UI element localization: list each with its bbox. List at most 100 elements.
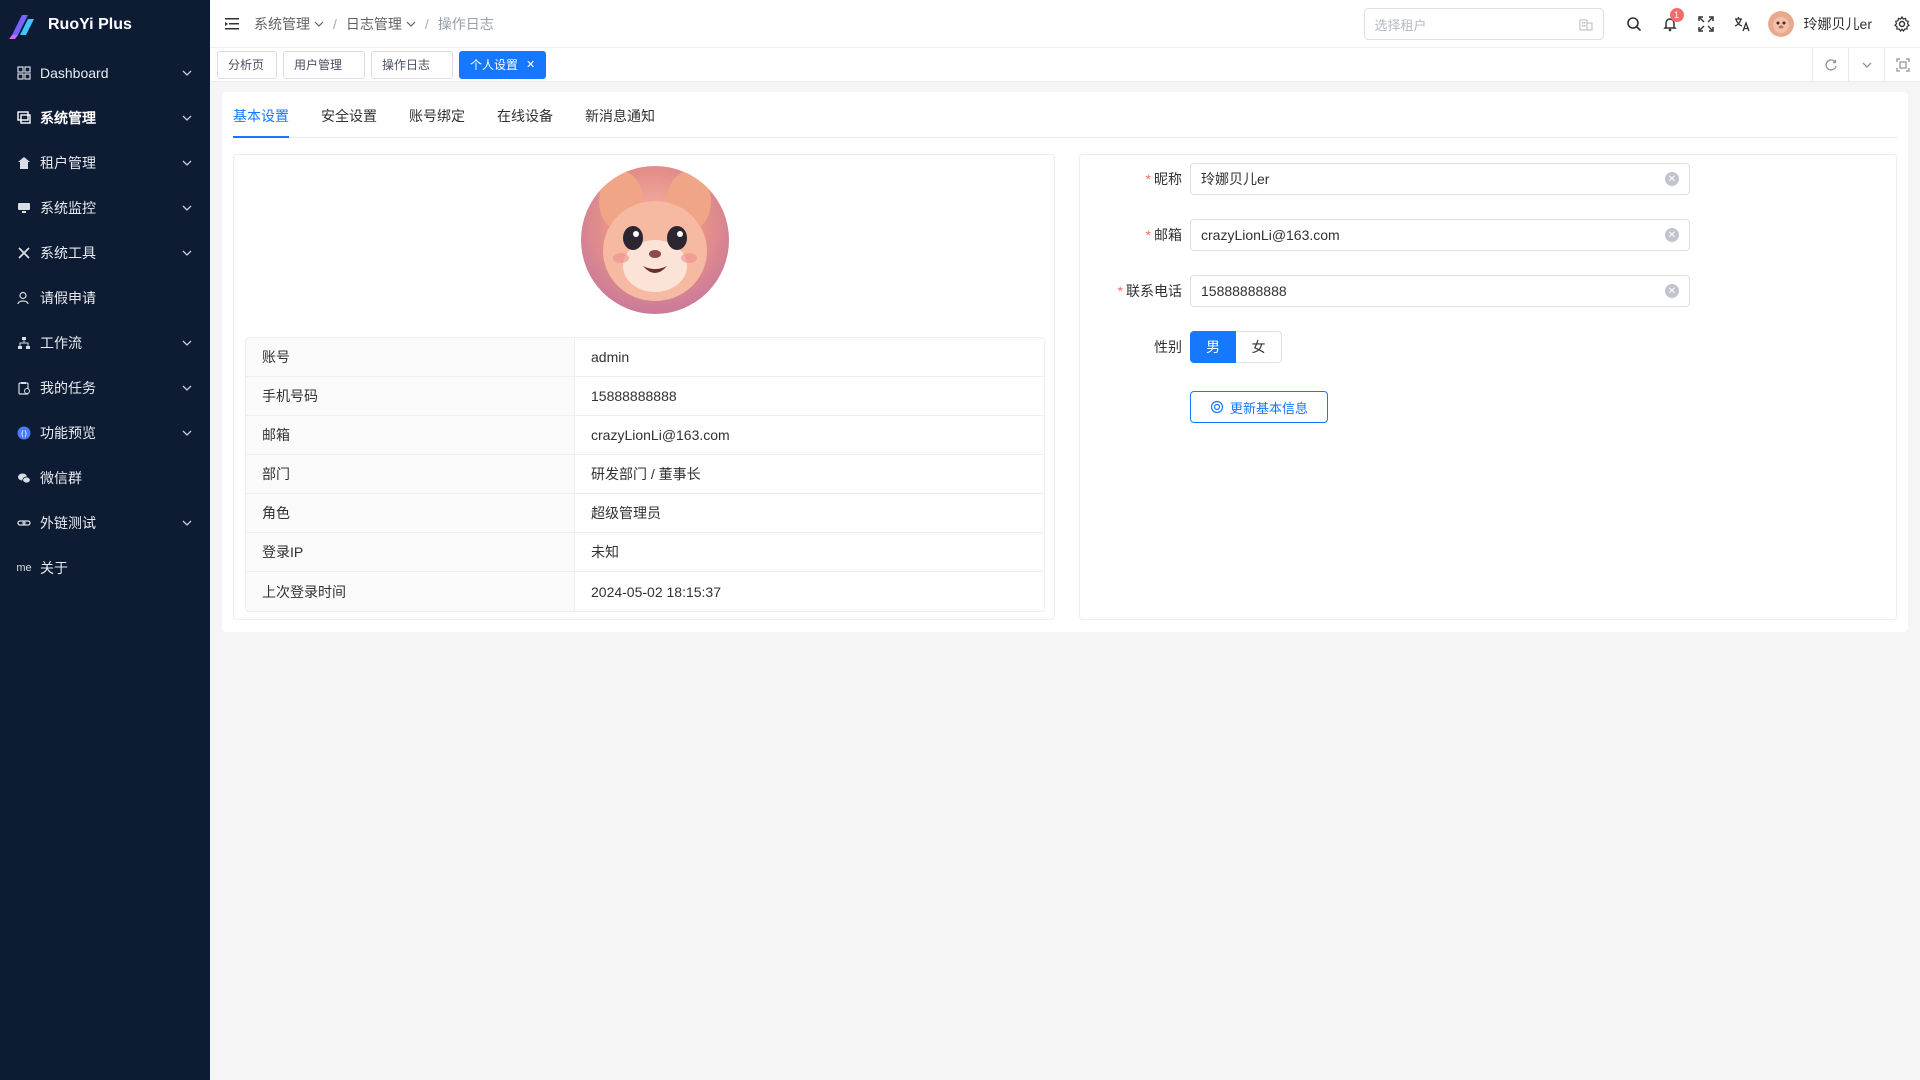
fullscreen-button[interactable] (1688, 0, 1724, 48)
sidebar-item-label: 工作流 (40, 334, 82, 351)
sidebar-item-task[interactable]: 我的任务 (0, 365, 210, 410)
nickname-input[interactable]: 玲娜贝儿er ✕ (1190, 163, 1690, 195)
sidebar-item-label: 我的任务 (40, 379, 96, 396)
refresh-icon (1824, 59, 1837, 71)
clear-icon[interactable]: ✕ (1665, 284, 1679, 298)
sidebar-item-label: 系统工具 (40, 244, 96, 261)
dashboard-icon (16, 65, 32, 81)
notification-button[interactable]: 1 (1652, 0, 1688, 48)
user-menu[interactable]: 玲娜贝儿er (1767, 11, 1872, 37)
sidebar-item-label: 微信群 (40, 469, 82, 486)
building-icon (1579, 19, 1593, 31)
chevron-down-icon (314, 21, 324, 27)
chevron-down-icon (182, 430, 192, 436)
chevron-down-icon (1862, 62, 1871, 68)
search-button[interactable] (1616, 0, 1652, 48)
sidebar-item-preview[interactable]: () 功能预览 (0, 410, 210, 455)
maximize-button[interactable] (1884, 48, 1920, 82)
update-info-button[interactable]: 更新基本信息 (1190, 391, 1328, 423)
notification-badge: 1 (1669, 8, 1684, 22)
info-label: 部门 (246, 455, 575, 493)
home-icon (16, 155, 32, 171)
info-label: 邮箱 (246, 416, 575, 454)
sidebar-item-link[interactable]: 外链测试 (0, 500, 210, 545)
sidebar-item-label: Dashboard (40, 64, 109, 81)
tab-security-settings[interactable]: 安全设置 (321, 106, 377, 137)
breadcrumb-item-current: 操作日志 (437, 15, 494, 32)
info-label: 上次登录时间 (246, 572, 575, 611)
profile-avatar-image (581, 166, 729, 314)
tags-dropdown-button[interactable] (1848, 48, 1884, 82)
profile-avatar[interactable] (581, 166, 729, 314)
phone-label: * 联系电话 (1117, 283, 1182, 299)
sidebar-item-tools[interactable]: 系统工具 (0, 230, 210, 275)
tools-icon (16, 245, 32, 261)
sidebar-item-workflow[interactable]: 工作流 (0, 320, 210, 365)
phone-input[interactable]: 15888888888 ✕ (1190, 275, 1690, 307)
gender-option-female[interactable]: 女 (1236, 331, 1282, 363)
sidebar-item-label: 关于 (40, 559, 68, 576)
tab-message-notification[interactable]: 新消息通知 (585, 106, 655, 137)
translate-icon (1734, 17, 1750, 32)
task-icon (16, 380, 32, 396)
info-value: admin (591, 349, 630, 365)
info-value: 超级管理员 (591, 505, 661, 521)
settings-button[interactable] (1884, 0, 1920, 48)
sidebar-item-user[interactable]: 请假申请 (0, 275, 210, 320)
tab-online-devices[interactable]: 在线设备 (497, 106, 553, 137)
ruoyi-logo-icon (9, 15, 34, 39)
hamburger-button[interactable] (210, 0, 254, 48)
tenant-select-placeholder: 选择租户 (1374, 17, 1427, 33)
clear-icon[interactable]: ✕ (1665, 228, 1679, 242)
language-button[interactable] (1724, 0, 1760, 48)
tag-operation-log[interactable]: 操作日志 (371, 50, 453, 79)
breadcrumb-separator: / (333, 15, 337, 32)
brand[interactable]: RuoYi Plus (0, 0, 210, 50)
chevron-down-icon (182, 160, 192, 166)
info-value: 研发部门 / 董事长 (591, 466, 701, 482)
gear-icon (1894, 16, 1910, 32)
sidebar-item-system[interactable]: 系统管理 (0, 95, 210, 140)
breadcrumb: 系统管理 / 日志管理 / 操作日志 (254, 14, 494, 34)
email-input[interactable]: crazyLionLi@163.com ✕ (1190, 219, 1690, 251)
close-icon[interactable]: ✕ (526, 58, 535, 71)
sidebar-item-me[interactable]: me 关于 (0, 545, 210, 590)
chevron-down-icon (182, 205, 192, 211)
breadcrumb-item-system[interactable]: 系统管理 (254, 14, 324, 34)
tenant-select[interactable]: 选择租户 (1363, 8, 1604, 40)
refresh-button[interactable] (1812, 48, 1848, 82)
tag-user-management[interactable]: 用户管理 (283, 50, 365, 79)
sidebar-item-wechat[interactable]: 微信群 (0, 455, 210, 500)
form-row-phone: * 联系电话 15888888888 ✕ (1080, 275, 1690, 307)
gender-option-male[interactable]: 男 (1190, 331, 1236, 363)
tag-analysis[interactable]: 分析页 (217, 50, 277, 79)
tab-account-binding[interactable]: 账号绑定 (409, 106, 465, 137)
tab-basic-settings[interactable]: 基本设置 (233, 106, 289, 138)
info-value: 2024-05-02 18:15:37 (591, 583, 721, 600)
sidebar-item-home[interactable]: 租户管理 (0, 140, 210, 185)
tags-tools (1812, 48, 1920, 82)
top-header: 系统管理 / 日志管理 / 操作日志 选择租户 1 玲娜贝儿er (210, 0, 1920, 48)
sidebar-item-monitor[interactable]: 系统监控 (0, 185, 210, 230)
breadcrumb-item-log[interactable]: 日志管理 (346, 14, 416, 34)
chevron-down-icon (182, 115, 192, 121)
table-row: 角色 超级管理员 (246, 494, 1044, 533)
system-icon (16, 110, 32, 126)
sidebar-item-label: 系统管理 (40, 109, 96, 126)
profile-info-panel: 账号 admin 手机号码 15888888888 邮箱 crazyLionLi@163.… (233, 154, 1055, 620)
info-label: 账号 (246, 338, 575, 376)
workflow-icon (16, 335, 32, 351)
preview-icon: () (16, 425, 32, 441)
breadcrumb-separator: / (424, 15, 429, 32)
chevron-down-icon (182, 385, 192, 391)
user-name: 玲娜贝儿er (1803, 16, 1872, 32)
monitor-icon (16, 200, 32, 216)
clear-icon[interactable]: ✕ (1665, 172, 1679, 186)
table-row: 手机号码 15888888888 (246, 377, 1044, 416)
sidebar-item-dashboard[interactable]: Dashboard (0, 50, 210, 95)
nickname-label: * 昵称 (1145, 171, 1182, 187)
me-icon: me (16, 561, 32, 574)
link-icon (16, 515, 32, 531)
tag-profile-settings[interactable]: 个人设置 ✕ (459, 50, 547, 79)
sidebar-item-label: 功能预览 (40, 424, 96, 441)
